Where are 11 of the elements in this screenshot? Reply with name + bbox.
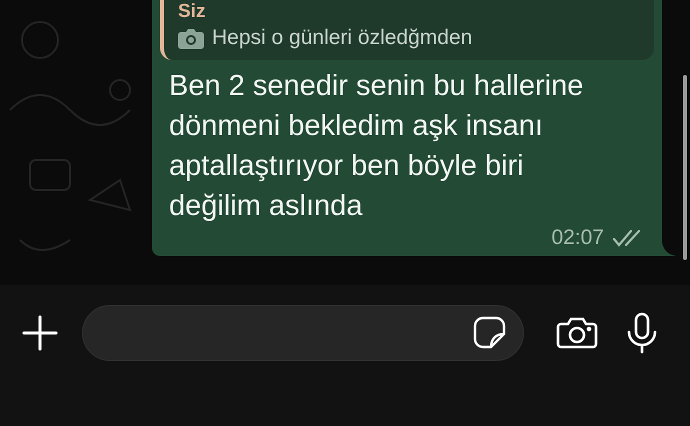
add-button[interactable] (22, 314, 58, 350)
camera-button[interactable] (556, 316, 598, 350)
message-time: 02:07 (551, 226, 604, 250)
sticker-button[interactable] (473, 316, 507, 350)
message-text: Ben 2 senedir senin bu hallerine dönmeni bekledim aşk insanı aptallaştırıyor ben böyle biri değilim aslında (168, 69, 584, 224)
quote-author: Siz (178, 2, 206, 22)
camera-icon (178, 28, 204, 48)
microphone-button[interactable] (626, 312, 658, 354)
quote-text: Hepsi o günleri özledğmden (212, 26, 472, 50)
quoted-message[interactable]: Siz Hepsi o günleri özledğmden (160, 0, 654, 60)
scroll-bar[interactable] (683, 75, 687, 260)
